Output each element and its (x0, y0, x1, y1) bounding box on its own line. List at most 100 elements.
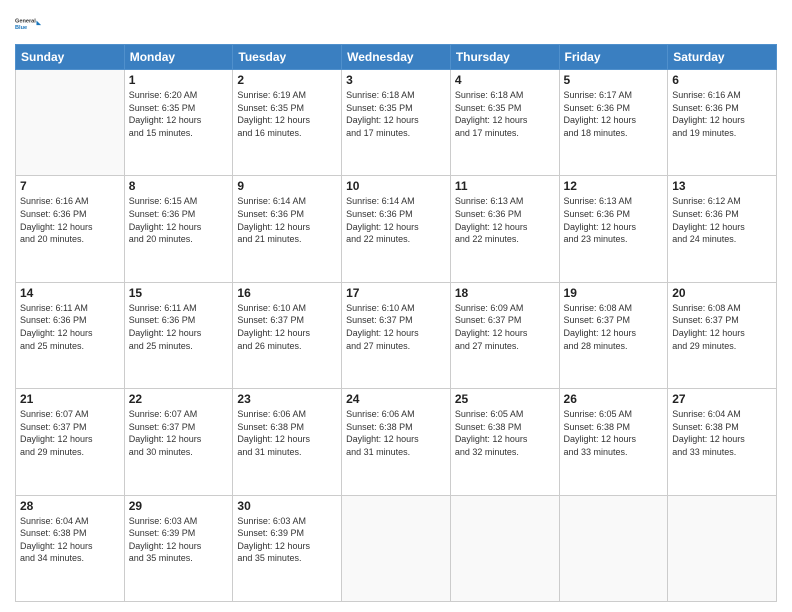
cell-info: Sunrise: 6:10 AMSunset: 6:37 PMDaylight:… (346, 302, 446, 352)
calendar-cell: 23 Sunrise: 6:06 AMSunset: 6:38 PMDayligh… (233, 389, 342, 495)
day-number: 23 (237, 392, 337, 406)
calendar-cell (16, 70, 125, 176)
day-number: 15 (129, 286, 229, 300)
day-number: 12 (564, 179, 664, 193)
calendar-week-2: 7 Sunrise: 6:16 AMSunset: 6:36 PMDaylight… (16, 176, 777, 282)
cell-info: Sunrise: 6:05 AMSunset: 6:38 PMDaylight:… (455, 408, 555, 458)
cell-info: Sunrise: 6:06 AMSunset: 6:38 PMDaylight:… (346, 408, 446, 458)
cell-info: Sunrise: 6:11 AMSunset: 6:36 PMDaylight:… (129, 302, 229, 352)
calendar-cell: 7 Sunrise: 6:16 AMSunset: 6:36 PMDaylight… (16, 176, 125, 282)
calendar-header-thursday: Thursday (450, 45, 559, 70)
day-number: 30 (237, 499, 337, 513)
calendar-cell (668, 495, 777, 601)
calendar-cell: 27 Sunrise: 6:04 AMSunset: 6:38 PMDayligh… (668, 389, 777, 495)
calendar-cell: 14 Sunrise: 6:11 AMSunset: 6:36 PMDayligh… (16, 282, 125, 388)
cell-info: Sunrise: 6:17 AMSunset: 6:36 PMDaylight:… (564, 89, 664, 139)
calendar-week-3: 14 Sunrise: 6:11 AMSunset: 6:36 PMDayligh… (16, 282, 777, 388)
calendar-cell: 15 Sunrise: 6:11 AMSunset: 6:36 PMDayligh… (124, 282, 233, 388)
cell-info: Sunrise: 6:07 AMSunset: 6:37 PMDaylight:… (20, 408, 120, 458)
logo: GeneralBlue (15, 10, 43, 38)
cell-info: Sunrise: 6:03 AMSunset: 6:39 PMDaylight:… (129, 515, 229, 565)
calendar-cell: 1 Sunrise: 6:20 AMSunset: 6:35 PMDaylight… (124, 70, 233, 176)
calendar-cell: 13Sunrise: 6:12 AMSunset: 6:36 PMDayligh… (668, 176, 777, 282)
day-number: 19 (564, 286, 664, 300)
calendar-header-friday: Friday (559, 45, 668, 70)
day-number: 27 (672, 392, 772, 406)
calendar-table: SundayMondayTuesdayWednesdayThursdayFrid… (15, 44, 777, 602)
calendar-header-sunday: Sunday (16, 45, 125, 70)
cell-info: Sunrise: 6:11 AMSunset: 6:36 PMDaylight:… (20, 302, 120, 352)
day-number: 16 (237, 286, 337, 300)
calendar-cell: 3Sunrise: 6:18 AMSunset: 6:35 PMDaylight… (342, 70, 451, 176)
svg-text:General: General (15, 18, 36, 24)
calendar-cell: 26 Sunrise: 6:05 AMSunset: 6:38 PMDayligh… (559, 389, 668, 495)
calendar-cell: 4 Sunrise: 6:18 AMSunset: 6:35 PMDaylight… (450, 70, 559, 176)
header: GeneralBlue (15, 10, 777, 38)
calendar-cell: 24Sunrise: 6:06 AMSunset: 6:38 PMDayligh… (342, 389, 451, 495)
day-number: 22 (129, 392, 229, 406)
cell-info: Sunrise: 6:14 AMSunset: 6:36 PMDaylight:… (237, 195, 337, 245)
page: GeneralBlue SundayMondayTuesdayWednesday… (0, 0, 792, 612)
cell-info: Sunrise: 6:04 AMSunset: 6:38 PMDaylight:… (20, 515, 120, 565)
calendar-header-saturday: Saturday (668, 45, 777, 70)
cell-info: Sunrise: 6:16 AMSunset: 6:36 PMDaylight:… (20, 195, 120, 245)
cell-info: Sunrise: 6:03 AMSunset: 6:39 PMDaylight:… (237, 515, 337, 565)
day-number: 28 (20, 499, 120, 513)
cell-info: Sunrise: 6:08 AMSunset: 6:37 PMDaylight:… (564, 302, 664, 352)
calendar-header-monday: Monday (124, 45, 233, 70)
calendar-cell: 8 Sunrise: 6:15 AMSunset: 6:36 PMDaylight… (124, 176, 233, 282)
day-number: 7 (20, 179, 120, 193)
cell-info: Sunrise: 6:15 AMSunset: 6:36 PMDaylight:… (129, 195, 229, 245)
cell-info: Sunrise: 6:07 AMSunset: 6:37 PMDaylight:… (129, 408, 229, 458)
cell-info: Sunrise: 6:04 AMSunset: 6:38 PMDaylight:… (672, 408, 772, 458)
cell-info: Sunrise: 6:05 AMSunset: 6:38 PMDaylight:… (564, 408, 664, 458)
calendar-cell: 5 Sunrise: 6:17 AMSunset: 6:36 PMDaylight… (559, 70, 668, 176)
day-number: 17 (346, 286, 446, 300)
day-number: 18 (455, 286, 555, 300)
calendar-header-row: SundayMondayTuesdayWednesdayThursdayFrid… (16, 45, 777, 70)
calendar-cell: 29Sunrise: 6:03 AMSunset: 6:39 PMDayligh… (124, 495, 233, 601)
cell-info: Sunrise: 6:09 AMSunset: 6:37 PMDaylight:… (455, 302, 555, 352)
day-number: 21 (20, 392, 120, 406)
cell-info: Sunrise: 6:10 AMSunset: 6:37 PMDaylight:… (237, 302, 337, 352)
day-number: 1 (129, 73, 229, 87)
calendar-cell: 9Sunrise: 6:14 AMSunset: 6:36 PMDaylight… (233, 176, 342, 282)
calendar-cell: 30 Sunrise: 6:03 AMSunset: 6:39 PMDayligh… (233, 495, 342, 601)
day-number: 14 (20, 286, 120, 300)
calendar-cell (559, 495, 668, 601)
day-number: 10 (346, 179, 446, 193)
calendar-cell: 21 Sunrise: 6:07 AMSunset: 6:37 PMDayligh… (16, 389, 125, 495)
day-number: 26 (564, 392, 664, 406)
cell-info: Sunrise: 6:08 AMSunset: 6:37 PMDaylight:… (672, 302, 772, 352)
cell-info: Sunrise: 6:16 AMSunset: 6:36 PMDaylight:… (672, 89, 772, 139)
calendar-week-1: 1 Sunrise: 6:20 AMSunset: 6:35 PMDaylight… (16, 70, 777, 176)
cell-info: Sunrise: 6:20 AMSunset: 6:35 PMDaylight:… (129, 89, 229, 139)
logo-icon: GeneralBlue (15, 10, 43, 38)
day-number: 5 (564, 73, 664, 87)
calendar-cell: 22 Sunrise: 6:07 AMSunset: 6:37 PMDayligh… (124, 389, 233, 495)
day-number: 11 (455, 179, 555, 193)
calendar-week-5: 28 Sunrise: 6:04 AMSunset: 6:38 PMDayligh… (16, 495, 777, 601)
svg-text:Blue: Blue (15, 25, 27, 31)
day-number: 6 (672, 73, 772, 87)
calendar-cell: 18 Sunrise: 6:09 AMSunset: 6:37 PMDayligh… (450, 282, 559, 388)
calendar-cell: 11Sunrise: 6:13 AMSunset: 6:36 PMDayligh… (450, 176, 559, 282)
calendar-cell: 16 Sunrise: 6:10 AMSunset: 6:37 PMDayligh… (233, 282, 342, 388)
calendar-cell: 19 Sunrise: 6:08 AMSunset: 6:37 PMDayligh… (559, 282, 668, 388)
cell-info: Sunrise: 6:18 AMSunset: 6:35 PMDaylight:… (455, 89, 555, 139)
day-number: 20 (672, 286, 772, 300)
calendar-cell: 17 Sunrise: 6:10 AMSunset: 6:37 PMDayligh… (342, 282, 451, 388)
calendar-cell: 6 Sunrise: 6:16 AMSunset: 6:36 PMDaylight… (668, 70, 777, 176)
calendar-header-wednesday: Wednesday (342, 45, 451, 70)
day-number: 13 (672, 179, 772, 193)
cell-info: Sunrise: 6:06 AMSunset: 6:38 PMDaylight:… (237, 408, 337, 458)
calendar-cell: 25Sunrise: 6:05 AMSunset: 6:38 PMDayligh… (450, 389, 559, 495)
day-number: 4 (455, 73, 555, 87)
calendar-header-tuesday: Tuesday (233, 45, 342, 70)
day-number: 3 (346, 73, 446, 87)
day-number: 8 (129, 179, 229, 193)
day-number: 2 (237, 73, 337, 87)
calendar-cell: 2Sunrise: 6:19 AMSunset: 6:35 PMDaylight… (233, 70, 342, 176)
calendar-cell: 12Sunrise: 6:13 AMSunset: 6:36 PMDayligh… (559, 176, 668, 282)
calendar-cell: 10Sunrise: 6:14 AMSunset: 6:36 PMDayligh… (342, 176, 451, 282)
